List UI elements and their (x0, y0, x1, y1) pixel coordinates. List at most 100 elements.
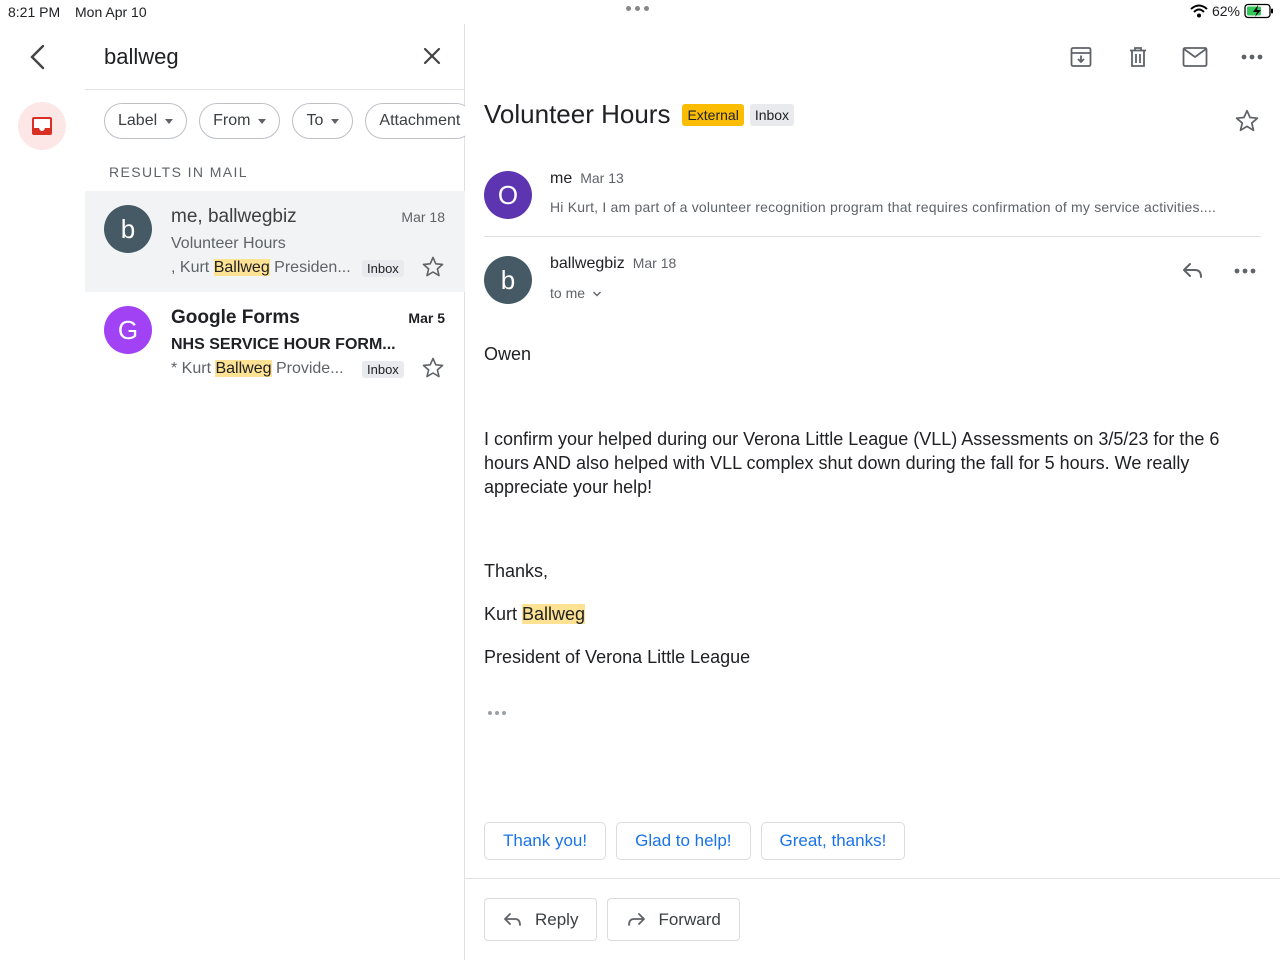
search-highlight: Ballweg (522, 604, 586, 624)
filter-chips: Label From To Attachment (104, 103, 465, 139)
back-button[interactable] (26, 42, 50, 72)
search-results-pane: ballweg Label From To Attachment RESULTS… (0, 24, 465, 960)
show-quoted-text-button[interactable] (487, 704, 507, 715)
archive-button[interactable] (1052, 42, 1109, 72)
result-sender: me, ballwegbiz (171, 206, 297, 227)
open-message-header: b ballwegbiz Mar 18 to me (484, 248, 1261, 308)
message-signature-name: Kurt Ballweg (484, 604, 586, 624)
smart-replies: Thank you! Glad to help! Great, thanks! (484, 822, 906, 860)
message-closing: Thanks, (484, 561, 549, 581)
avatar: b (484, 256, 532, 304)
reply-icon (1183, 263, 1202, 278)
reply-label: Reply (535, 909, 579, 929)
caret-down-icon (165, 118, 174, 124)
filter-chip-to[interactable]: To (292, 103, 354, 139)
chip-label: Label (118, 112, 158, 129)
message-greeting: Owen (484, 344, 532, 364)
message-sender-line: ballwegbiz Mar 18 (550, 255, 676, 273)
results-section-label: RESULTS IN MAIL (109, 164, 248, 180)
search-highlight: Ballweg (215, 360, 272, 377)
result-snippet: , Kurt Ballweg Presiden... (171, 259, 351, 276)
smart-reply-chip[interactable]: Glad to help! (616, 822, 751, 860)
recipients-toggle[interactable]: to me (550, 285, 602, 301)
search-input[interactable]: ballweg (104, 44, 179, 70)
thread-star-button[interactable] (1234, 108, 1260, 134)
chip-label: Attachment (379, 112, 461, 129)
result-subject: Volunteer Hours (171, 235, 286, 252)
forward-button[interactable]: Forward (607, 898, 740, 941)
reply-icon (504, 912, 521, 926)
multitasking-dots-icon[interactable] (626, 6, 649, 11)
thread-subject: Volunteer Hours (484, 99, 671, 129)
mark-unread-button[interactable] (1166, 42, 1223, 72)
message-sender-line: me Mar 13 (550, 170, 624, 188)
chip-label: To (306, 112, 324, 129)
inbox-label-badge: Inbox (362, 361, 404, 378)
search-result-item[interactable]: G Google Forms Mar 5 NHS SERVICE HOUR FO… (85, 292, 465, 393)
email-thread-pane: Volunteer Hours External Inbox O me Mar 1… (465, 24, 1280, 960)
star-button[interactable] (421, 356, 445, 380)
bottom-actions: Reply Forward (484, 898, 740, 941)
inbox-label-badge[interactable]: Inbox (749, 103, 795, 126)
filter-chip-label[interactable]: Label (104, 103, 188, 139)
message-body: I confirm your helped during our Verona … (484, 429, 1220, 497)
external-label-badge: External (682, 103, 744, 126)
search-highlight: Ballweg (213, 259, 270, 276)
message-preview: Hi Kurt, I am part of a volunteer recogn… (550, 199, 1217, 215)
result-date: Mar 18 (401, 209, 445, 225)
forward-label: Forward (658, 909, 721, 929)
collapsed-message[interactable]: O me Mar 13 Hi Kurt, I am part of a volun… (484, 164, 1261, 237)
smart-reply-chip[interactable]: Thank you! (484, 822, 607, 860)
avatar: b (104, 205, 152, 253)
result-subject: NHS SERVICE HOUR FORM... (171, 336, 396, 353)
avatar: G (104, 306, 152, 354)
message-date: Mar 13 (580, 170, 624, 186)
status-time: 8:21 PM (8, 4, 61, 20)
star-icon (422, 357, 444, 378)
battery-percent: 62% (1211, 3, 1240, 19)
smart-reply-chip[interactable]: Great, thanks! (760, 822, 906, 860)
more-horizontal-icon (488, 711, 506, 715)
message-date: Mar 18 (632, 255, 677, 271)
recipients-label: to me (550, 285, 586, 301)
inbox-label-badge: Inbox (362, 260, 404, 277)
result-sender: Google Forms (171, 307, 300, 328)
mail-icon (1182, 47, 1207, 67)
battery-charging-icon (1244, 3, 1273, 19)
message-sender: me (550, 170, 573, 187)
thread-subject-line: Volunteer Hours External Inbox (484, 99, 795, 130)
star-icon (422, 256, 444, 277)
caret-down-icon (331, 118, 340, 124)
message-sender: ballwegbiz (550, 255, 625, 272)
forward-icon (628, 912, 646, 926)
search-result-item[interactable]: b me, ballwegbiz Mar 18 Volunteer Hours … (85, 191, 465, 292)
star-icon (1235, 109, 1259, 132)
trash-icon (1129, 47, 1146, 67)
star-button[interactable] (421, 255, 445, 279)
search-divider (85, 89, 465, 90)
message-more-button[interactable] (1233, 258, 1261, 284)
message-signature-title: President of Verona Little League (484, 647, 751, 667)
more-options-button[interactable] (1223, 42, 1280, 72)
clear-search-button[interactable] (420, 44, 444, 68)
chip-label: From (213, 112, 251, 129)
chevron-down-icon (592, 291, 601, 297)
status-indicators: 62% (1190, 3, 1274, 19)
close-icon (423, 47, 441, 65)
archive-icon (1070, 47, 1091, 67)
bottom-divider (465, 878, 1280, 879)
avatar: O (484, 171, 532, 219)
more-horizontal-icon (1234, 268, 1256, 274)
filter-chip-attachment[interactable]: Attachment (365, 103, 465, 139)
filter-chip-from[interactable]: From (199, 103, 281, 139)
result-snippet: * Kurt Ballweg Provide... (171, 360, 344, 377)
reply-button[interactable]: Reply (484, 898, 598, 941)
reply-button[interactable] (1180, 258, 1206, 284)
result-date: Mar 5 (408, 310, 445, 326)
caret-down-icon (258, 118, 267, 124)
inbox-icon (32, 117, 52, 135)
more-horizontal-icon (1241, 54, 1262, 60)
chevron-left-icon (30, 44, 45, 70)
inbox-rail-button[interactable] (18, 102, 66, 150)
delete-button[interactable] (1109, 42, 1166, 72)
